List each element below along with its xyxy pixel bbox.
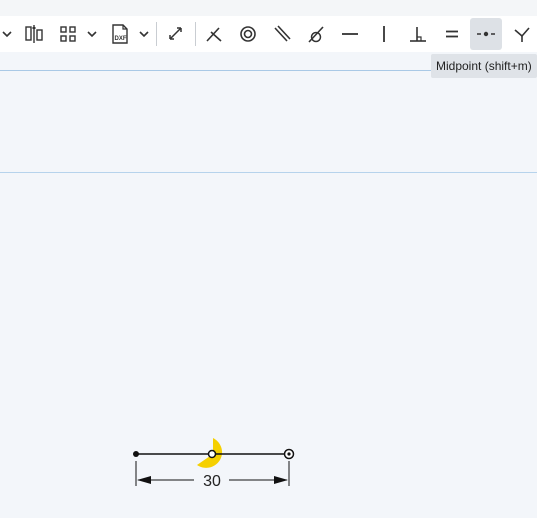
line-start-point[interactable]	[133, 451, 139, 457]
dimension-arrow-right	[274, 476, 288, 484]
line-midpoint[interactable]	[207, 449, 217, 459]
sketch-canvas[interactable]: 30	[0, 0, 537, 518]
line-end-point-core	[287, 452, 291, 456]
dimension-value[interactable]: 30	[203, 473, 221, 490]
dimension-arrow-left	[137, 476, 151, 484]
sketch-workspace: DXF Midpoint (shift+m) 30	[0, 0, 537, 518]
